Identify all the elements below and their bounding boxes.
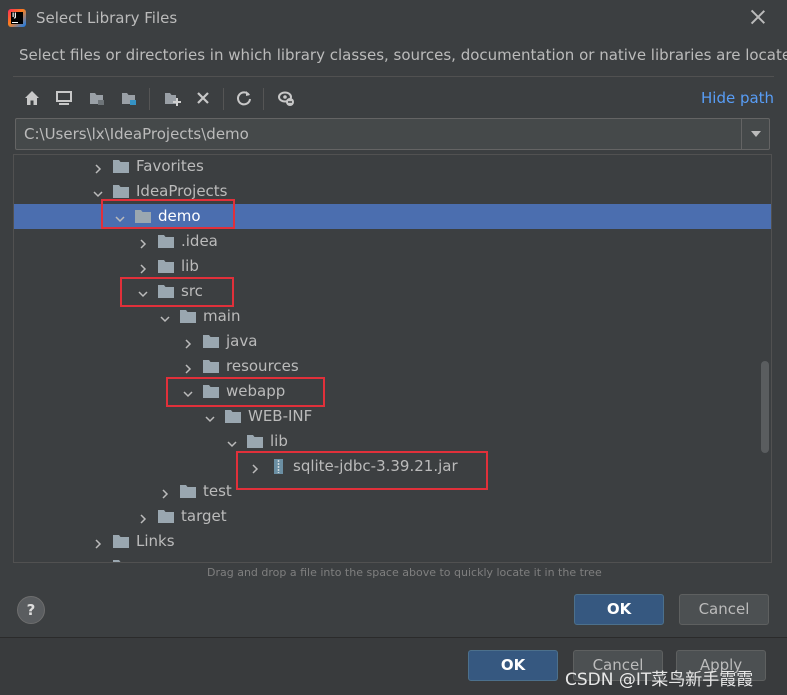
- folder-icon: [179, 484, 197, 499]
- chevron-right-icon[interactable]: [92, 535, 104, 549]
- delete-icon[interactable]: [191, 86, 215, 110]
- tree-row[interactable]: .idea: [14, 229, 771, 254]
- vertical-scrollbar[interactable]: [761, 361, 769, 453]
- toolbar-separator: [223, 88, 224, 110]
- drag-drop-hint: Drag and drop a file into the space abov…: [207, 566, 602, 579]
- chevron-right-icon[interactable]: [92, 160, 104, 174]
- tree-row-label: .idea: [181, 232, 218, 250]
- folder-icon: [202, 334, 220, 349]
- folder-icon: [202, 359, 220, 374]
- cancel-button[interactable]: Cancel: [679, 594, 769, 625]
- tree-row-label: resources: [226, 357, 299, 375]
- chevron-right-icon[interactable]: [137, 510, 149, 524]
- toolbar-separator: [149, 88, 150, 110]
- title-bar: IJ Select Library Files: [0, 0, 787, 36]
- tree-row[interactable]: Favorites: [14, 155, 771, 179]
- tree-row[interactable]: webapp: [14, 379, 771, 404]
- chevron-right-icon[interactable]: [137, 235, 149, 249]
- tree-row-label: WEB-INF: [248, 407, 313, 425]
- chevron-right-icon[interactable]: [182, 335, 194, 349]
- tree-row-partial[interactable]: [14, 554, 771, 562]
- tree-row[interactable]: java: [14, 329, 771, 354]
- chevron-down-icon[interactable]: [92, 185, 104, 198]
- help-button[interactable]: ?: [17, 596, 45, 624]
- folder-icon: [157, 259, 175, 274]
- intellij-logo-icon: IJ: [8, 9, 26, 27]
- annotation-box-demo: [101, 199, 235, 229]
- close-icon[interactable]: [749, 8, 767, 26]
- folder-icon: [157, 509, 175, 524]
- chevron-down-icon[interactable]: [741, 119, 769, 149]
- annotation-box-src: [120, 277, 234, 307]
- tree-row-label: lib: [270, 432, 288, 450]
- select-library-files-dialog: IJ Select Library Files Select files or …: [0, 0, 787, 637]
- dialog-title: Select Library Files: [36, 9, 178, 27]
- toolbar-separator: [263, 88, 264, 110]
- tree-row[interactable]: Links: [14, 529, 771, 554]
- tree-row[interactable]: resources: [14, 354, 771, 379]
- show-hidden-icon[interactable]: [274, 86, 298, 110]
- dialog-description: Select files or directories in which lib…: [19, 46, 787, 64]
- tree-row-label: Favorites: [136, 157, 204, 175]
- watermark: CSDN @IT菜鸟新手霞霞: [565, 670, 754, 690]
- new-folder-icon[interactable]: [160, 86, 184, 110]
- tree-row-label: main: [203, 307, 241, 325]
- ok-button[interactable]: OK: [574, 594, 664, 625]
- hide-path-link[interactable]: Hide path: [701, 89, 774, 107]
- tree-row[interactable]: WEB-INF: [14, 404, 771, 429]
- chevron-down-icon[interactable]: [204, 410, 216, 423]
- chevron-right-icon[interactable]: [159, 485, 171, 499]
- folder-icon: [112, 184, 130, 199]
- tree-row-label: lib: [181, 257, 199, 275]
- path-input[interactable]: C:\Users\lx\IdeaProjects\demo: [24, 125, 249, 143]
- chevron-down-icon[interactable]: [159, 310, 171, 323]
- annotation-box-jar: [236, 451, 488, 490]
- folder-icon: [112, 534, 130, 549]
- folder-icon: [224, 409, 242, 424]
- divider: [13, 76, 774, 77]
- folder-icon: [246, 434, 264, 449]
- desktop-icon[interactable]: [52, 86, 76, 110]
- tree-row[interactable]: target: [14, 504, 771, 529]
- tree-row-label: IdeaProjects: [136, 182, 228, 200]
- tree-row[interactable]: main: [14, 304, 771, 329]
- tree-row-label: java: [226, 332, 258, 350]
- folder-icon: [112, 159, 130, 174]
- background-ok-button[interactable]: OK: [468, 650, 558, 681]
- tree-row[interactable]: lib: [14, 254, 771, 279]
- chevron-right-icon[interactable]: [182, 360, 194, 374]
- chevron-right-icon[interactable]: [137, 260, 149, 274]
- tree-row-label: test: [203, 482, 232, 500]
- home-icon[interactable]: [20, 86, 44, 110]
- chevron-down-icon[interactable]: [226, 435, 238, 448]
- tree-row-label: Links: [136, 532, 175, 550]
- folder-icon: [112, 559, 130, 562]
- folder-icon: [179, 309, 197, 324]
- tree-row-label: target: [181, 507, 227, 525]
- refresh-icon[interactable]: [232, 86, 256, 110]
- path-combobox[interactable]: C:\Users\lx\IdeaProjects\demo: [15, 118, 770, 150]
- module-folder-icon[interactable]: [117, 86, 141, 110]
- project-folder-icon[interactable]: [85, 86, 109, 110]
- folder-icon: [157, 234, 175, 249]
- annotation-box-webapp: [166, 377, 325, 407]
